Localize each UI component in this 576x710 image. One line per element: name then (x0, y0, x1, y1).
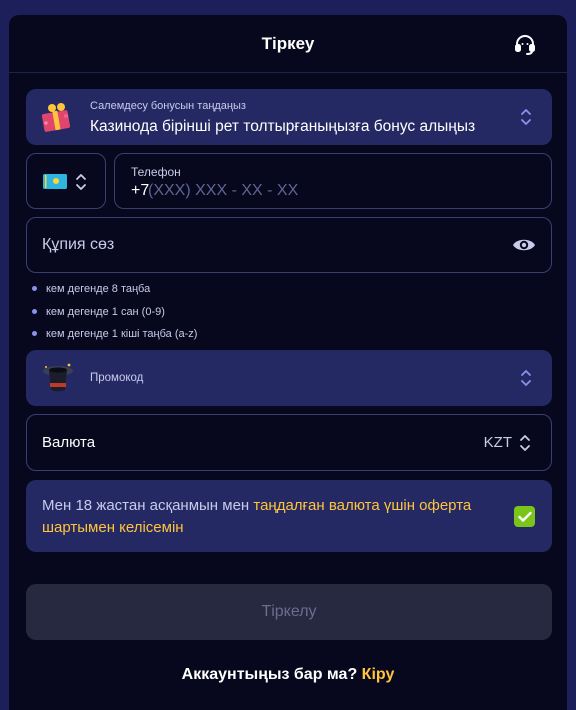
chevron-up-down-icon (521, 109, 531, 125)
login-prompt: Аккаунтыңыз бар ма? Кіру (181, 666, 395, 683)
eye-icon[interactable] (512, 235, 536, 255)
magic-hat-icon (43, 363, 73, 392)
kazakhstan-flag-icon (43, 174, 67, 189)
password-rule: кем дегенде 1 кіші таңба (a-z) (31, 326, 197, 349)
password-input[interactable]: Құпия сөз (42, 236, 114, 254)
login-link[interactable]: Кіру (362, 666, 395, 683)
bonus-selector[interactable]: Салемдесу бонусын таңдаңыз Казинода бірі… (26, 89, 552, 145)
phone-field[interactable]: Телефон +7 (XXX) XXX - XX - XX (114, 153, 552, 209)
bonus-caption: Салемдесу бонусын таңдаңыз (90, 100, 246, 112)
register-button[interactable]: Тіркелу (26, 584, 552, 640)
promo-code-label: Промокод (90, 372, 144, 384)
phone-input[interactable]: (XXX) XXX - XX - XX (148, 182, 298, 200)
password-rules: кем дегенде 8 таңба кем дегенде 1 сан (0… (31, 281, 197, 349)
check-icon (517, 511, 532, 522)
bullet-icon (32, 286, 37, 291)
phone-prefix: +7 (131, 182, 150, 199)
agreement-text: Мен 18 жастан асқанмын мен таңдалған вал… (42, 497, 472, 536)
currency-select[interactable]: Валюта KZT (26, 414, 552, 471)
agreement-checkbox[interactable] (514, 506, 535, 527)
phone-label: Телефон (131, 165, 181, 179)
currency-label: Валюта (42, 434, 96, 451)
password-rule: кем дегенде 1 сан (0-9) (31, 304, 197, 327)
chevron-up-down-icon (76, 174, 86, 190)
password-rule: кем дегенде 8 таңба (31, 281, 197, 304)
bonus-value: Казинода бірінші рет толтырғаныңызға бон… (90, 118, 476, 135)
chevron-up-down-icon (521, 370, 531, 386)
country-code-select[interactable] (26, 153, 106, 209)
currency-value: KZT (483, 434, 512, 451)
modal-header: Тіркеу (9, 15, 567, 73)
agreement-panel: Мен 18 жастан асқанмын мен таңдалған вал… (26, 480, 552, 552)
headset-icon[interactable] (513, 32, 537, 56)
gift-icon (41, 103, 71, 132)
password-field[interactable]: Құпия сөз (26, 217, 552, 273)
chevron-up-down-icon (520, 435, 530, 451)
promo-code-toggle[interactable]: Промокод (26, 350, 552, 406)
bullet-icon (32, 331, 37, 336)
bullet-icon (32, 308, 37, 314)
registration-modal: Тіркеу Салемдесу бонусын таңдаңыз Казино… (9, 15, 567, 710)
page-title: Тіркеу (261, 33, 315, 53)
